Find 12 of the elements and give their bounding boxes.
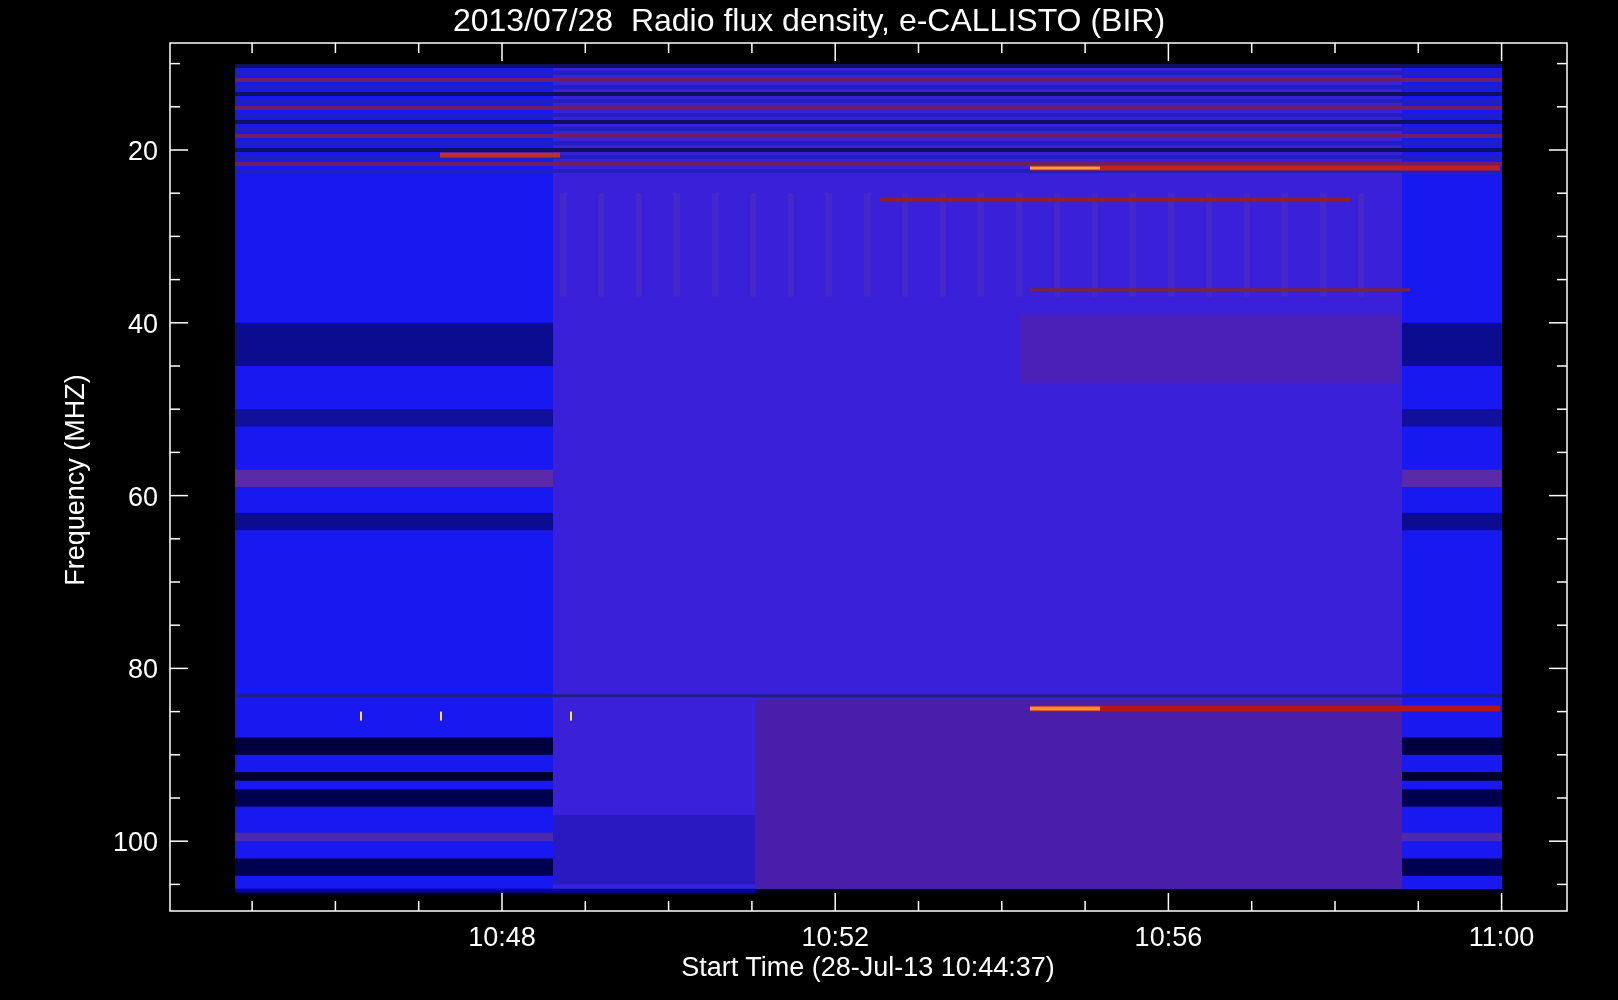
y-tick-label: 60: [127, 481, 158, 512]
y-tick-label: 40: [127, 308, 158, 339]
x-axis-label: Start Time (28-Jul-13 10:44:37): [681, 952, 1055, 982]
y-axis-label: Frequency (MHZ): [60, 374, 90, 586]
y-tick-label: 20: [127, 136, 158, 166]
plot-title: 2013/07/28 Radio flux density, e-CALLISTO (BIR): [452, 2, 1166, 38]
y-tick-label: 100: [112, 827, 158, 858]
x-tick-label: 10:48: [468, 922, 536, 952]
x-tick-label: 10:52: [801, 922, 869, 952]
x-tick-label: 10:56: [1134, 922, 1203, 952]
x-tick-label: 11:00: [1468, 922, 1535, 952]
y-tick-label: 80: [127, 654, 158, 685]
